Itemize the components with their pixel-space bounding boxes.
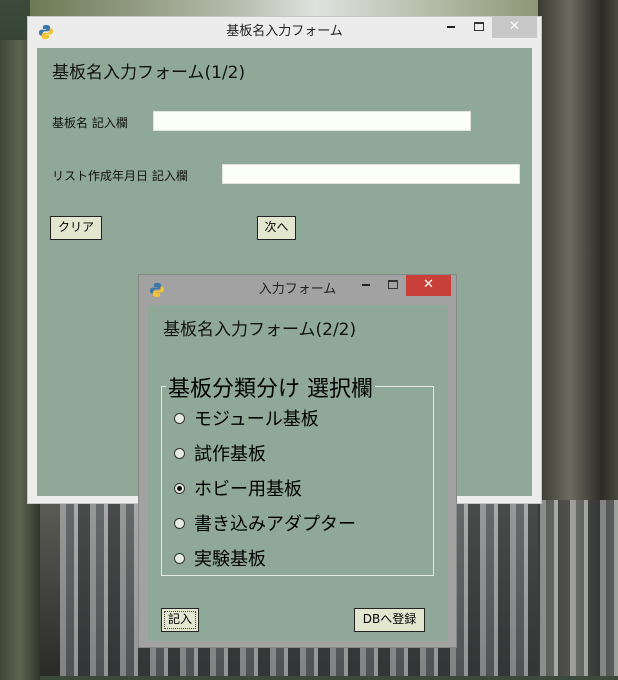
main-titlebar[interactable]: 基板名入力フォーム ✕ (28, 17, 541, 47)
dialog-maximize-button[interactable] (380, 275, 406, 296)
group-title: 基板分類分け 選択欄 (166, 371, 375, 403)
close-icon: ✕ (423, 277, 434, 292)
radio-button[interactable] (174, 412, 185, 424)
dialog-titlebar[interactable]: 入力フォーム ✕ (139, 275, 456, 305)
input-form-dialog: 入力フォーム ✕ 基板名入力フォーム(2/2) 基板分類分け 選択欄 モジュール… (138, 274, 457, 648)
radio-button[interactable] (174, 447, 185, 459)
enter-button[interactable]: 記入 (161, 608, 199, 632)
radio-label: 書き込みアダプター (194, 514, 356, 535)
page-heading: 基板名入力フォーム(1/2) (52, 63, 246, 83)
radio-label: 実験基板 (194, 549, 266, 570)
dialog-close-button[interactable]: ✕ (406, 275, 451, 296)
radio-button[interactable] (174, 552, 185, 564)
dialog-minimize-button[interactable] (353, 275, 379, 296)
radio-prototype-board[interactable]: 試作基板 (174, 441, 266, 465)
radio-button-selected[interactable] (174, 482, 185, 494)
main-window-title: 基板名入力フォーム (226, 24, 343, 39)
board-name-label: 基板名 記入欄 (52, 116, 128, 130)
minimize-icon (362, 283, 370, 286)
board-name-input[interactable] (153, 111, 471, 131)
radio-experiment-board[interactable]: 実験基板 (174, 546, 266, 570)
maximize-icon (388, 280, 398, 289)
maximize-icon (474, 22, 484, 31)
minimize-button[interactable] (438, 17, 464, 38)
maximize-button[interactable] (466, 17, 492, 38)
radio-writer-adapter[interactable]: 書き込みアダプター (174, 511, 356, 535)
radio-button[interactable] (174, 517, 185, 529)
radio-label: 試作基板 (194, 444, 266, 465)
close-button[interactable]: ✕ (492, 17, 537, 38)
radio-module-board[interactable]: モジュール基板 (174, 406, 319, 430)
radio-hobby-board[interactable]: ホビー用基板 (174, 476, 302, 500)
dialog-heading: 基板名入力フォーム(2/2) (163, 320, 357, 340)
close-icon: ✕ (509, 19, 520, 34)
board-category-group: 基板分類分け 選択欄 モジュール基板 試作基板 ホビー用基板 書き込みアダプター… (161, 371, 434, 576)
minimize-icon (447, 25, 455, 28)
clear-button[interactable]: クリア (50, 216, 102, 240)
radio-label: モジュール基板 (194, 409, 319, 430)
radio-label: ホビー用基板 (194, 479, 302, 500)
list-date-input[interactable] (222, 164, 520, 184)
register-db-button[interactable]: DBへ登録 (354, 608, 425, 632)
next-button[interactable]: 次へ (257, 216, 296, 240)
list-date-label: リスト作成年月日 記入欄 (52, 169, 188, 183)
dialog-client-area: 基板名入力フォーム(2/2) 基板分類分け 選択欄 モジュール基板 試作基板 ホ… (148, 305, 448, 641)
